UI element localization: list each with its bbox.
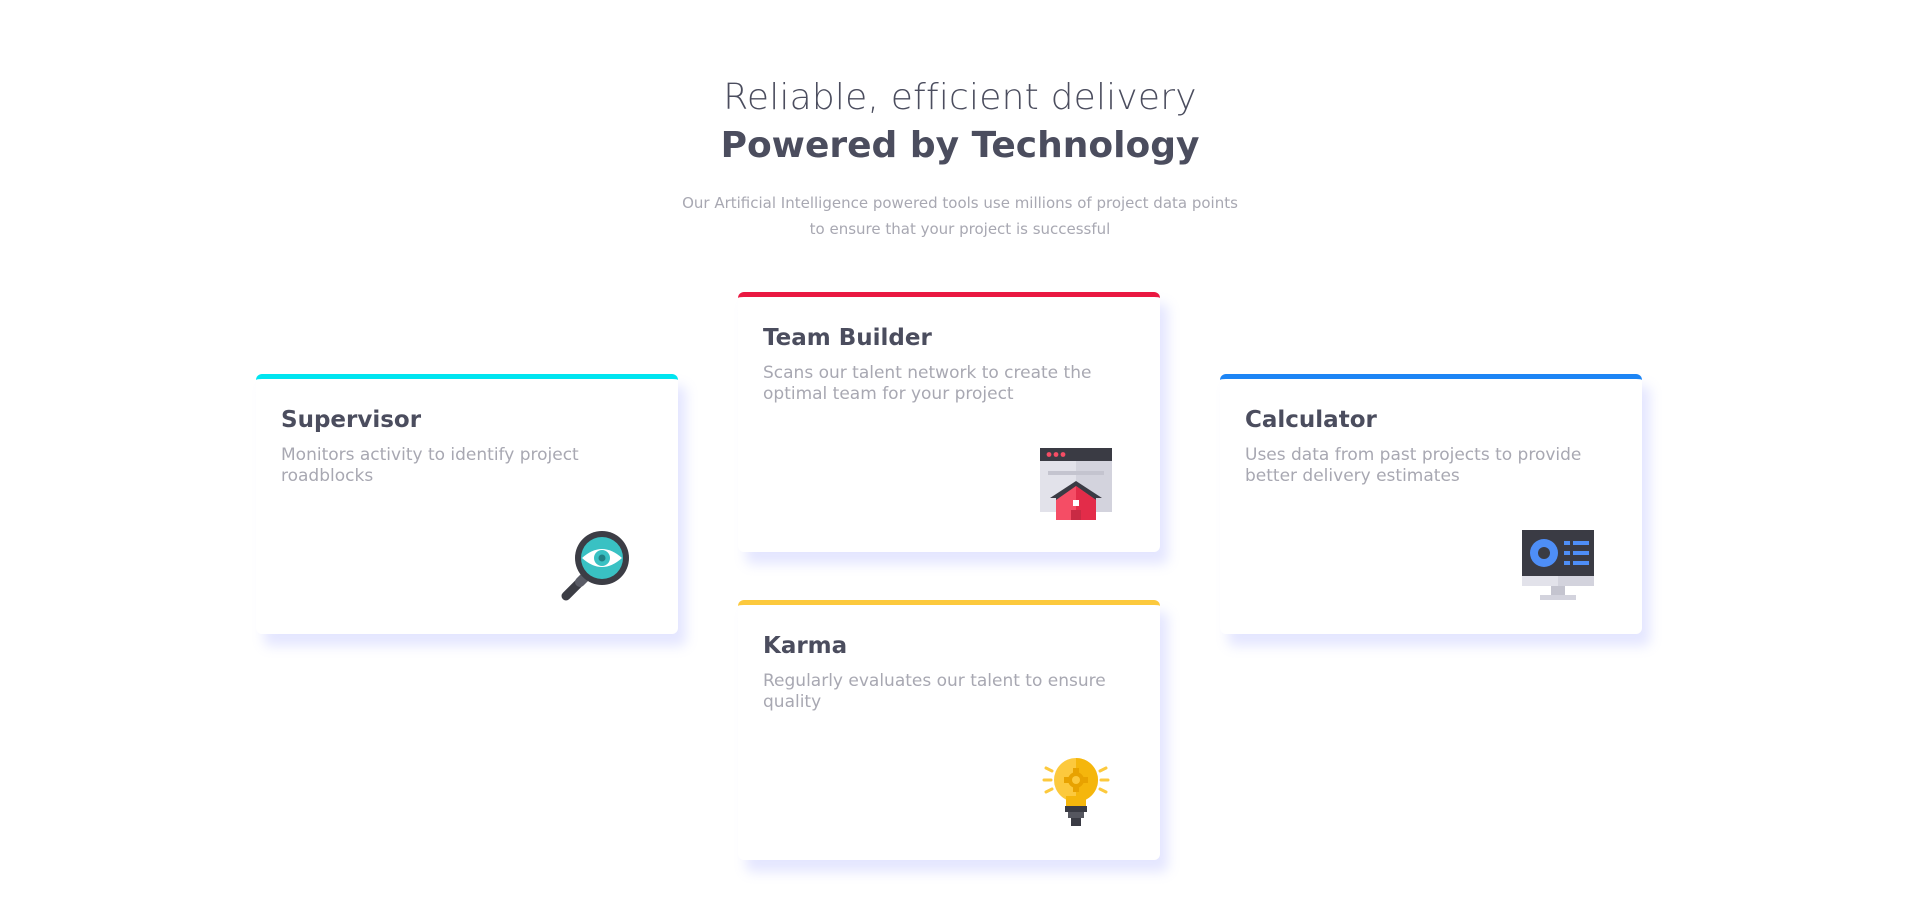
card-calculator: Calculator Uses data from past projects …: [1220, 374, 1642, 634]
card-title: Supervisor: [281, 407, 422, 433]
section-header: Reliable, efficient delivery Powered by …: [0, 74, 1920, 242]
headline-light: Reliable, efficient delivery: [723, 77, 1197, 118]
card-title: Karma: [763, 633, 848, 659]
card-description: Uses data from past projects to provide …: [1245, 445, 1582, 486]
card-description: Scans our talent network to create the o…: [763, 363, 1092, 404]
monitor-dashboard-icon: [1522, 530, 1594, 602]
card-supervisor: Supervisor Monitors activity to identify…: [256, 374, 678, 634]
section-subtitle: Our Artificial Intelligence powered tool…: [682, 194, 1238, 238]
browser-house-icon: [1040, 448, 1112, 520]
card-title: Calculator: [1245, 407, 1377, 433]
card-title: Team Builder: [763, 325, 932, 351]
lightbulb-icon: [1040, 756, 1112, 828]
card-team-builder: Team Builder Scans our talent network to…: [738, 292, 1160, 552]
magnifier-eye-icon: [558, 530, 630, 602]
headline-bold: Powered by Technology: [720, 125, 1200, 166]
card-description: Regularly evaluates our talent to ensure…: [763, 671, 1106, 712]
card-description: Monitors activity to identify project ro…: [281, 445, 579, 486]
card-karma: Karma Regularly evaluates our talent to …: [738, 600, 1160, 860]
